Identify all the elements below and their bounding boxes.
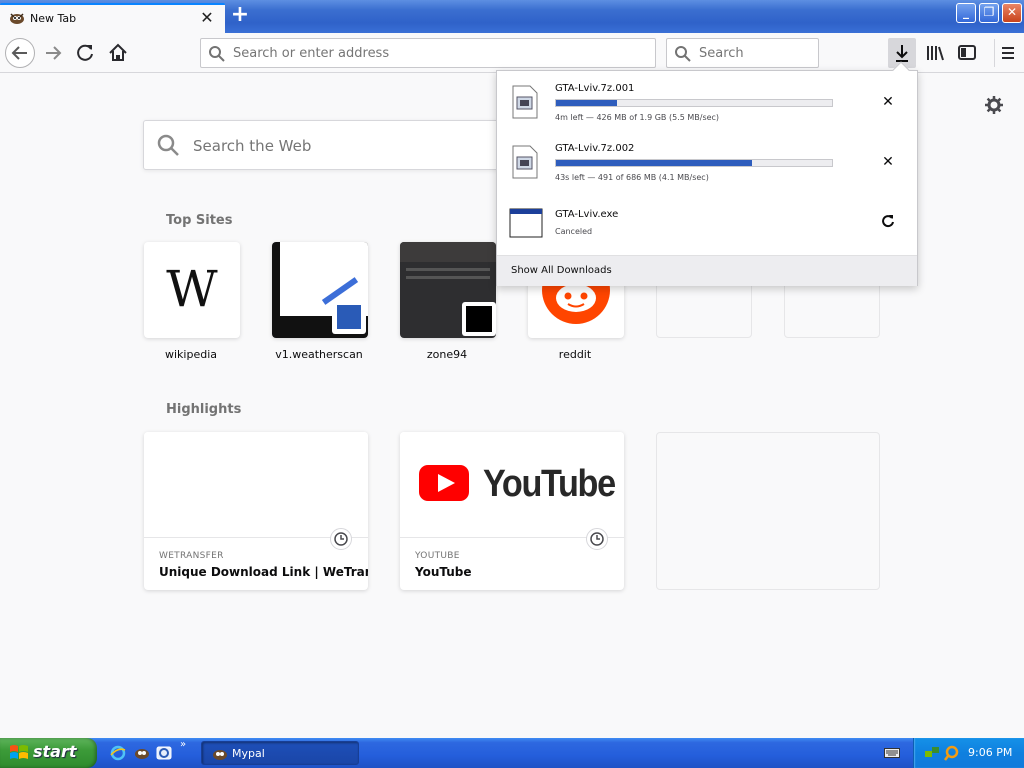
search-icon [157, 134, 179, 156]
new-tab-plus-icon[interactable]: + [228, 4, 252, 27]
search-icon [209, 46, 225, 62]
window-minimize-button[interactable]: _ [956, 3, 976, 23]
download-filename: GTA-Lviv.exe [555, 209, 619, 220]
clock: 9:06 PM [968, 746, 1013, 759]
download-status: 4m left — 426 MB of 1.9 GB (5.5 MB/sec) [555, 113, 720, 122]
hamburger-menu-button[interactable] [994, 39, 1020, 67]
retry-download-icon[interactable] [879, 213, 897, 231]
network-tray-icon[interactable] [924, 745, 940, 761]
cancel-download-icon[interactable]: ✕ [879, 153, 897, 171]
forward-button[interactable] [39, 39, 67, 67]
web-search-input[interactable] [191, 136, 511, 156]
highlight-preview: YouTube [400, 432, 624, 538]
download-item[interactable]: GTA-Lviv.7z.001 4m left — 426 MB of 1.9 … [497, 73, 917, 133]
cancel-download-icon[interactable]: ✕ [879, 93, 897, 111]
address-bar[interactable] [200, 38, 656, 68]
download-item[interactable]: GTA-Lviv.exe Canceled [497, 195, 917, 255]
start-label: start [33, 742, 77, 761]
weather-channel-logo-icon [337, 305, 361, 329]
address-input[interactable] [231, 45, 631, 62]
highlight-card-wetransfer[interactable]: WETRANSFER Unique Download Link | WeTran… [144, 432, 368, 590]
internet-explorer-icon[interactable] [110, 745, 126, 761]
download-filename: GTA-Lviv.7z.002 [555, 143, 635, 154]
top-site-label: v1.weatherscan [275, 348, 363, 361]
sidebar-icon [958, 45, 976, 60]
tab-strip: New Tab ✕ + _ ❐ ✕ [0, 0, 1024, 33]
top-site-label: zone94 [426, 348, 468, 361]
quick-launch-more-icon[interactable]: » [180, 739, 186, 750]
library-button[interactable] [922, 39, 948, 67]
zone94-thumbnail [400, 242, 496, 338]
start-button[interactable]: start [0, 738, 97, 768]
back-button[interactable] [5, 38, 35, 68]
windows-logo-icon [10, 745, 28, 759]
system-tray: 9:06 PM [913, 738, 1024, 768]
window-close-button[interactable]: ✕ [1002, 3, 1022, 23]
search-input[interactable] [697, 45, 807, 62]
search-bar[interactable] [666, 38, 819, 68]
highlight-source: YOUTUBE [415, 551, 460, 561]
weatherscan-thumbnail [272, 242, 368, 338]
download-status: 43s left — 491 of 686 MB (4.1 MB/sec) [555, 173, 709, 182]
download-progress-bar [555, 159, 833, 167]
download-status: Canceled [555, 227, 593, 236]
window-restore-button[interactable]: ❐ [979, 3, 999, 23]
security-tray-icon[interactable] [944, 745, 960, 761]
top-site-tile-zone94[interactable] [400, 242, 496, 338]
sidebar-toggle-button[interactable] [954, 39, 980, 67]
top-site-label: reddit [558, 348, 592, 361]
taskbar-button-label: Mypal [232, 747, 265, 760]
tab-close-icon[interactable]: ✕ [198, 9, 216, 27]
search-icon [675, 46, 691, 62]
taskbar: start » Mypal 9:06 PM [0, 738, 1024, 768]
reload-button[interactable] [72, 39, 100, 67]
mypal-icon [213, 750, 227, 760]
reload-icon [77, 44, 93, 61]
browser-shortcut-icon[interactable] [156, 745, 172, 761]
show-all-downloads-button[interactable]: Show All Downloads [497, 255, 917, 286]
download-progress-bar [555, 99, 833, 107]
highlights-heading: Highlights [166, 402, 242, 417]
mypal-favicon-icon [10, 13, 24, 24]
mypal-icon[interactable] [134, 745, 150, 761]
archive-file-icon [512, 145, 538, 179]
tab-new-tab[interactable]: New Tab ✕ [0, 3, 225, 33]
highlight-card-empty [656, 432, 880, 590]
newtab-settings-gear-icon[interactable] [982, 93, 1006, 117]
highlight-preview [144, 432, 368, 538]
downloads-panel: GTA-Lviv.7z.001 4m left — 426 MB of 1.9 … [496, 61, 918, 286]
highlight-card-youtube[interactable]: YouTube YOUTUBE YouTube [400, 432, 624, 590]
highlight-source: WETRANSFER [159, 551, 224, 561]
highlight-title: Unique Download Link | WeTran... [159, 565, 368, 579]
navigation-toolbar [0, 33, 1024, 73]
highlight-title: YouTube [415, 565, 472, 579]
youtube-logo-text: YouTube [483, 463, 616, 505]
clock-icon [330, 528, 352, 550]
executable-file-icon [509, 208, 543, 238]
library-icon [927, 46, 944, 61]
download-filename: GTA-Lviv.7z.001 [555, 83, 635, 94]
top-site-tile-wikipedia[interactable]: W [144, 242, 240, 338]
home-icon [109, 43, 127, 61]
top-sites-heading: Top Sites [166, 213, 233, 228]
home-button[interactable] [104, 39, 132, 67]
hamburger-menu-icon [1002, 47, 1014, 59]
youtube-play-icon [419, 465, 469, 501]
back-arrow-icon [11, 46, 27, 60]
zone94-logo-icon [466, 306, 492, 332]
show-all-downloads-label: Show All Downloads [511, 265, 612, 276]
keyboard-icon[interactable] [884, 746, 900, 760]
wikipedia-logo: W [166, 260, 218, 318]
clock-icon [586, 528, 608, 550]
download-item[interactable]: GTA-Lviv.7z.002 43s left — 491 of 686 MB… [497, 133, 917, 193]
taskbar-button-mypal[interactable]: Mypal [201, 741, 359, 765]
tab-title: New Tab [30, 12, 77, 25]
archive-file-icon [512, 85, 538, 119]
top-site-label: wikipedia [164, 348, 217, 361]
forward-arrow-icon [46, 46, 62, 60]
top-site-tile-weatherscan[interactable] [272, 242, 368, 338]
